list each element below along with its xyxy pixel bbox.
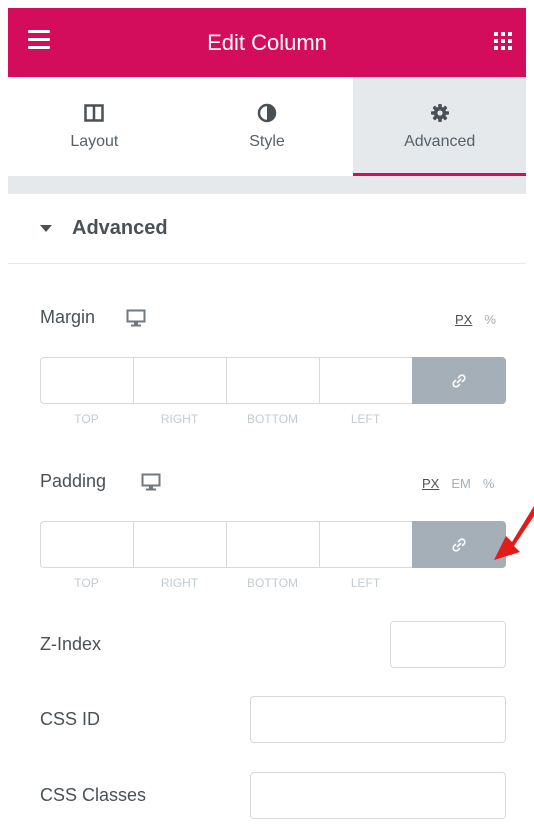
padding-left-label: LEFT (350, 576, 381, 590)
grid-icon[interactable] (494, 32, 512, 50)
columns-icon (84, 103, 105, 122)
tab-layout-label: Layout (70, 132, 119, 150)
padding-unit-em[interactable]: EM (451, 476, 471, 491)
css-id-input[interactable] (250, 696, 506, 743)
half-circle-icon (257, 103, 277, 122)
margin-right-input[interactable] (133, 357, 226, 404)
tab-style-label: Style (249, 132, 285, 150)
padding-left-input[interactable] (319, 521, 412, 568)
tab-layout[interactable]: Layout (8, 77, 181, 176)
margin-unit-px[interactable]: PX (455, 312, 472, 327)
padding-bottom-label: BOTTOM (246, 576, 299, 590)
panel-header: Edit Column (8, 8, 526, 77)
margin-unit-percent[interactable]: % (484, 312, 496, 327)
margin-field-labels: TOP RIGHT BOTTOM LEFT (40, 412, 412, 426)
tab-advanced-label: Advanced (404, 132, 476, 150)
padding-label: Padding (40, 471, 107, 491)
margin-dimensions (40, 357, 506, 404)
padding-units: PX EM % (422, 476, 494, 491)
hamburger-icon[interactable] (28, 30, 50, 52)
section-title: Advanced (72, 217, 168, 239)
margin-units: PX % (455, 312, 496, 327)
margin-top-label: TOP (74, 412, 99, 426)
link-icon (452, 373, 466, 388)
margin-right-label: RIGHT (160, 412, 199, 426)
desktop-icon[interactable] (141, 473, 161, 491)
padding-top-input[interactable] (40, 521, 133, 568)
padding-field-labels: TOP RIGHT BOTTOM LEFT (40, 576, 412, 590)
padding-bottom-input[interactable] (226, 521, 319, 568)
section-divider (8, 176, 526, 194)
css-classes-input[interactable] (250, 772, 506, 819)
padding-dimensions (40, 521, 506, 568)
panel-tabs: Layout Style Advanced (8, 77, 527, 176)
margin-top-input[interactable] (40, 357, 133, 404)
padding-top-label: TOP (74, 576, 99, 590)
padding-right-input[interactable] (133, 521, 226, 568)
z-index-input[interactable] (390, 621, 506, 668)
margin-bottom-input[interactable] (226, 357, 319, 404)
margin-left-label: LEFT (350, 412, 381, 426)
css-id-label: CSS ID (40, 709, 101, 729)
margin-label: Margin (40, 307, 96, 327)
annotation-arrow (494, 506, 534, 560)
padding-right-label: RIGHT (160, 576, 199, 590)
tab-advanced[interactable]: Advanced (353, 77, 527, 176)
padding-unit-percent[interactable]: % (483, 476, 495, 491)
desktop-icon[interactable] (126, 309, 146, 327)
link-icon (452, 537, 466, 552)
padding-unit-px[interactable]: PX (422, 476, 439, 491)
z-index-label: Z-Index (40, 634, 102, 654)
panel-title: Edit Column (207, 29, 327, 55)
margin-bottom-label: BOTTOM (246, 412, 299, 426)
css-classes-label: CSS Classes (40, 785, 147, 805)
gear-icon (430, 103, 449, 122)
caret-down-icon (40, 225, 52, 232)
margin-link-button[interactable] (412, 357, 506, 404)
section-advanced-toggle[interactable]: Advanced (8, 194, 526, 264)
tab-style[interactable]: Style (181, 77, 354, 176)
margin-left-input[interactable] (319, 357, 412, 404)
